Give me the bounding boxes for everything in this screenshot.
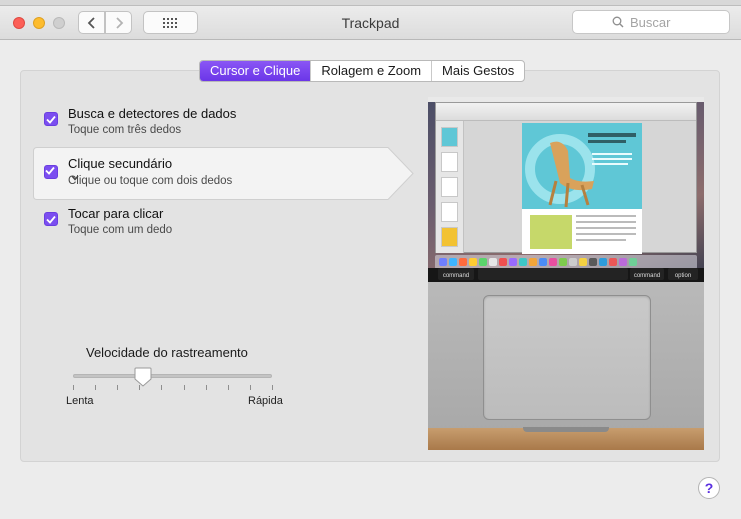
slider-min-label: Lenta: [66, 395, 94, 407]
slider-max-label: Rápida: [248, 395, 283, 407]
tracking-speed-label: Velocidade do rastreamento: [86, 345, 248, 360]
preview-hero-image: [522, 123, 642, 209]
checkbox-tocar-para-clicar[interactable]: [44, 212, 58, 226]
gesture-preview: command command option: [428, 97, 704, 450]
help-button[interactable]: ?: [698, 477, 720, 499]
search-icon: [612, 16, 624, 28]
preview-thumbnail: [441, 202, 458, 222]
preview-thumbnail: [441, 227, 458, 247]
help-icon: ?: [704, 480, 714, 496]
tab-cursor-e-clique[interactable]: Cursor e Clique: [200, 61, 311, 81]
preview-text-line: [576, 221, 636, 223]
selection-highlight: [33, 147, 414, 200]
option-subtitle: Toque com um dedo: [68, 224, 173, 236]
option-subtitle: Clique ou toque com dois dedos: [68, 175, 233, 187]
preview-laptop-notch: [523, 427, 609, 432]
preview-key-command: command: [438, 268, 474, 280]
slider-tick: [250, 385, 251, 390]
preview-toolbar: [436, 103, 696, 121]
tab-bar: Cursor e Clique Rolagem e Zoom Mais Gest…: [199, 60, 526, 82]
search-input[interactable]: [630, 14, 690, 30]
slider-tick: [272, 385, 273, 390]
preview-thumbnail: [441, 152, 458, 172]
slider-tick: [117, 385, 118, 390]
checkmark-icon: [45, 166, 55, 175]
chevron-down-icon: [71, 175, 79, 181]
preview-text-line: [576, 239, 626, 241]
preview-key-command: command: [630, 268, 664, 280]
slider-knob[interactable]: [134, 367, 152, 387]
search-field[interactable]: [572, 10, 730, 34]
checkmark-icon: [46, 215, 56, 224]
tab-mais-gestos[interactable]: Mais Gestos: [431, 61, 524, 81]
preview-photo: [530, 215, 572, 249]
slider-tick: [184, 385, 185, 390]
checkmark-icon: [46, 115, 56, 124]
preview-key-option: option: [668, 268, 698, 280]
slider-tick: [161, 385, 162, 390]
slider-tick: [206, 385, 207, 390]
tab-rolagem-e-zoom[interactable]: Rolagem e Zoom: [310, 61, 431, 81]
slider-tick: [73, 385, 74, 390]
option-subtitle-dropdown[interactable]: Clique ou toque com dois dedos: [68, 175, 232, 187]
option-title: Clique secundário: [68, 156, 173, 171]
preview-thumbnail: [441, 127, 458, 147]
preview-thumbnail: [441, 177, 458, 197]
preview-trackpad: [483, 295, 651, 420]
preview-text-line: [576, 233, 636, 235]
preview-sidebar: [436, 121, 464, 253]
preview-app-window: [435, 102, 697, 254]
checkbox-busca-detectores[interactable]: [44, 112, 58, 126]
slider-tick: [95, 385, 96, 390]
preview-key-space: [478, 268, 628, 280]
tracking-speed-slider[interactable]: [73, 374, 272, 378]
preview-text-line: [576, 227, 636, 229]
option-title: Busca e detectores de dados: [68, 106, 237, 121]
preview-keyboard: command command option: [428, 268, 704, 282]
option-title: Tocar para clicar: [68, 206, 164, 221]
slider-tick: [228, 385, 229, 390]
preview-text-line: [576, 215, 636, 217]
option-clique-secundario[interactable]: Clique secundário Clique ou toque com do…: [33, 147, 414, 200]
checkbox-clique-secundario[interactable]: [44, 165, 58, 179]
preview-dock: [435, 255, 697, 269]
preview-document: [522, 123, 642, 254]
title-bar: Trackpad: [0, 6, 741, 40]
option-subtitle: Toque com três dedos: [68, 124, 182, 136]
